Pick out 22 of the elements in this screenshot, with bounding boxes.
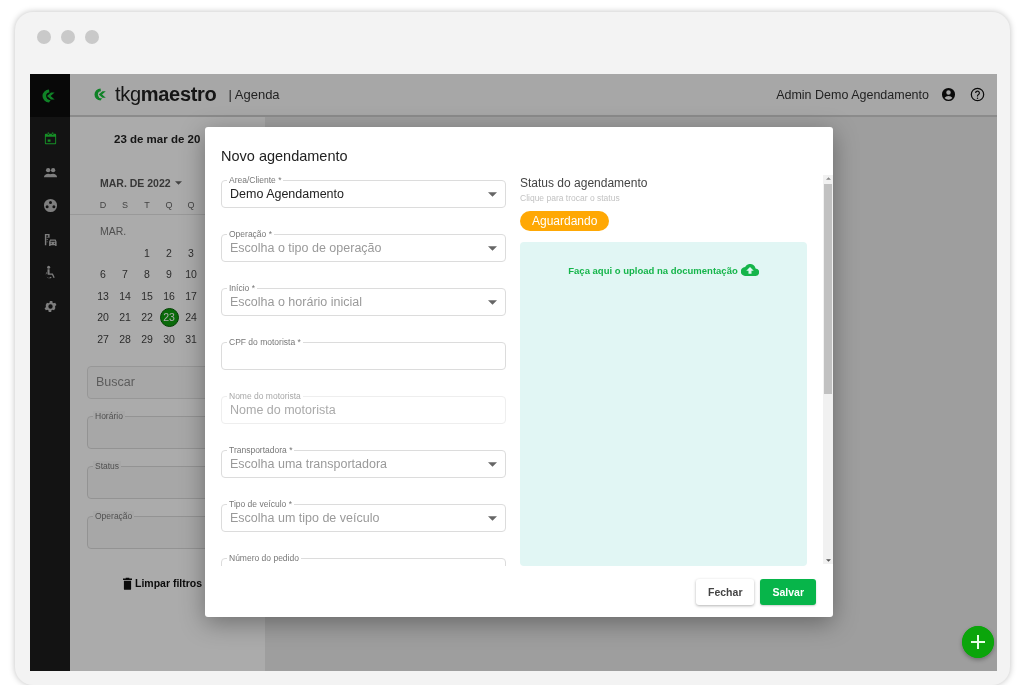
- weekday-label: S: [121, 200, 129, 210]
- weekday-label: T: [143, 200, 151, 210]
- field-label: Operação *: [227, 229, 274, 239]
- field-label: Nome do motorista: [227, 391, 303, 401]
- date-title: 23 de mar de 20: [114, 133, 201, 145]
- field-label: Horário: [93, 410, 125, 421]
- field-label: CPF do motorista *: [227, 337, 303, 347]
- field-label: Início *: [227, 283, 257, 293]
- month-label: MAR.: [100, 225, 127, 237]
- field-label: Tipo de veículo *: [227, 499, 294, 509]
- field-label: Area/Cliente *: [227, 175, 284, 185]
- field-label: Operação: [93, 510, 135, 521]
- section-title: | Agenda: [228, 87, 280, 102]
- weekday-label: D: [98, 200, 108, 210]
- field-label: Transportadora *: [227, 445, 295, 455]
- field-label: Número do pedido: [227, 553, 301, 563]
- weekday-label: Q: [186, 200, 196, 210]
- status-title: Status do agendamento: [520, 176, 648, 190]
- brand-logo: tkgmaestro: [115, 83, 217, 106]
- weekday-label: Q: [164, 200, 174, 210]
- dialog-title: Novo agendamento: [221, 148, 348, 164]
- field-label: Status: [93, 460, 122, 471]
